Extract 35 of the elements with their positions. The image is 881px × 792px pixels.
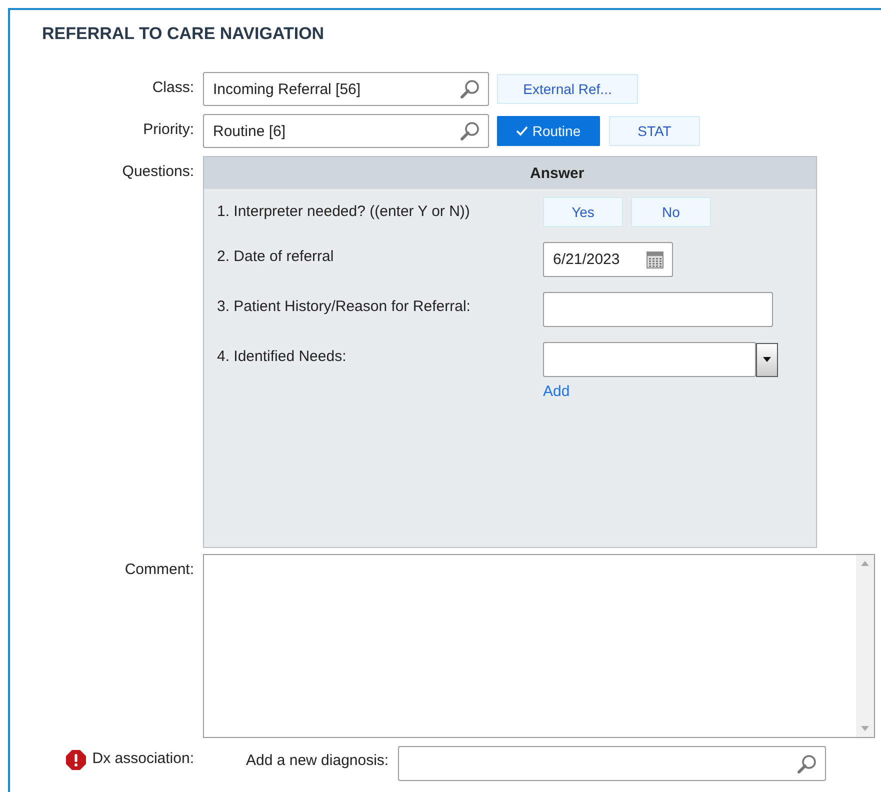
option-button[interactable]: STAT bbox=[609, 116, 700, 146]
comment-field[interactable] bbox=[203, 554, 875, 738]
question-text: 2. Date of referral bbox=[217, 247, 335, 267]
scroll-up-icon bbox=[861, 561, 869, 566]
scroll-down-icon bbox=[861, 726, 869, 731]
option-button[interactable]: No bbox=[631, 197, 711, 227]
field-label: Class: bbox=[151, 78, 194, 98]
question-text: 1. Interpreter needed? ((enter Y or N)) bbox=[217, 202, 471, 222]
search-icon[interactable] bbox=[460, 79, 480, 99]
caret-icon bbox=[763, 357, 771, 362]
header-text: Answer bbox=[530, 164, 584, 182]
form-title: REFERRAL TO CARE NAVIGATION bbox=[42, 24, 326, 45]
search-icon[interactable] bbox=[460, 121, 480, 141]
option-button[interactable]: External Ref... bbox=[497, 74, 638, 104]
dropdown-field[interactable] bbox=[543, 342, 756, 377]
option-button[interactable]: Yes bbox=[543, 197, 623, 227]
search-field[interactable]: Routine [6] bbox=[203, 114, 489, 148]
question-text: 3. Patient History/Reason for Referral: bbox=[217, 297, 472, 317]
field-label: Dx association: bbox=[92, 750, 194, 769]
calendar-icon[interactable] bbox=[646, 250, 664, 268]
search-icon[interactable] bbox=[796, 754, 817, 774]
check-icon bbox=[516, 126, 528, 136]
input-field[interactable] bbox=[543, 292, 773, 327]
date-field[interactable]: 6/21/2023 bbox=[543, 242, 673, 277]
field-label: Questions: bbox=[121, 162, 194, 182]
dropdown-button[interactable] bbox=[756, 342, 778, 376]
option-button[interactable]: Routine bbox=[497, 116, 600, 146]
question-text: 4. Identified Needs: bbox=[217, 347, 348, 367]
field-label: Priority: bbox=[142, 120, 194, 140]
field-label: Add a new diagnosis: bbox=[246, 751, 389, 769]
field-label: Comment: bbox=[124, 560, 194, 580]
search-field[interactable]: Incoming Referral [56] bbox=[203, 72, 489, 106]
add-link[interactable]: Add bbox=[543, 383, 816, 400]
scrollbar[interactable] bbox=[856, 555, 874, 737]
search-field[interactable] bbox=[398, 746, 826, 781]
